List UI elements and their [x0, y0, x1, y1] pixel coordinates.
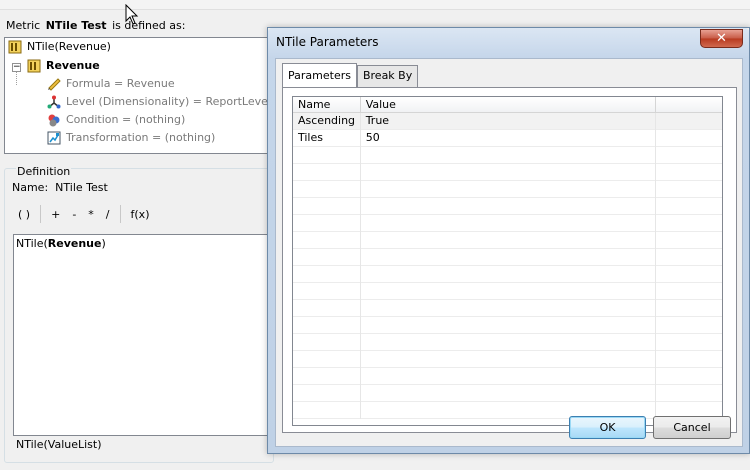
table-row-empty [293, 351, 722, 368]
metric-prefix: Metric [6, 19, 41, 32]
syntax-status: NTile(ValueList) [16, 438, 102, 451]
metric-name: NTile Test [45, 19, 107, 32]
divide-button[interactable]: / [100, 208, 116, 221]
column-header-value[interactable]: Value [361, 97, 657, 113]
name-value: NTile Test [55, 181, 108, 194]
cell-name: Tiles [293, 130, 361, 147]
metric-suffix: is defined as: [112, 19, 186, 32]
metric-icon [8, 40, 22, 54]
dialog-tabs: Parameters Break By [282, 63, 419, 87]
tree-node-revenue[interactable]: Revenue [27, 57, 100, 75]
formula-toolbar: ( ) + - * / f(x) [12, 202, 155, 226]
tree-item-transformation[interactable]: Transformation = (nothing) [47, 129, 215, 147]
tree-item-label: Condition = (nothing) [66, 113, 186, 126]
table-row-empty [293, 164, 722, 181]
tree-item-formula[interactable]: Formula = Revenue [47, 75, 175, 93]
table-row-empty [293, 283, 722, 300]
table-row[interactable]: Tiles 50 [293, 130, 722, 147]
name-label: Name: [12, 181, 49, 194]
table-row-empty [293, 385, 722, 402]
top-strip [0, 0, 750, 10]
table-row-empty [293, 215, 722, 232]
close-button[interactable]: ✕ [700, 29, 743, 48]
formula-icon [48, 78, 61, 91]
column-header-name[interactable]: Name [293, 97, 361, 113]
tree-root-label: NTile(Revenue) [27, 40, 111, 53]
tree-item-label: Formula = Revenue [66, 77, 175, 90]
minus-button[interactable]: - [66, 208, 82, 221]
plus-button[interactable]: + [45, 208, 66, 221]
table-row-empty [293, 334, 722, 351]
tab-parameters[interactable]: Parameters [282, 63, 357, 87]
metric-tree[interactable]: − NTile(Revenue) Revenue Formula = Reven… [4, 37, 274, 154]
cell-name: Ascending [293, 113, 361, 130]
cell-value[interactable]: True [361, 113, 657, 130]
tree-collapse-icon[interactable]: − [12, 63, 21, 72]
multiply-button[interactable]: * [82, 208, 100, 221]
tree-child-label: Revenue [46, 59, 100, 72]
cell-value[interactable]: 50 [361, 130, 657, 147]
expression-function: NTile( [16, 237, 48, 250]
toolbar-separator [119, 205, 121, 223]
table-row-empty [293, 147, 722, 164]
tree-item-label: Level (Dimensionality) = ReportLevel [66, 95, 271, 108]
table-row[interactable]: Ascending True [293, 113, 722, 130]
table-row-empty [293, 198, 722, 215]
table-row-empty [293, 232, 722, 249]
dimensionality-icon [47, 95, 61, 109]
cell-empty [656, 130, 722, 147]
condition-icon [48, 114, 60, 127]
tab-break-by[interactable]: Break By [356, 65, 419, 87]
table-row-empty [293, 181, 722, 198]
cancel-button[interactable]: Cancel [653, 416, 731, 439]
mouse-cursor-icon [125, 4, 139, 25]
table-row-empty [293, 317, 722, 334]
expression-close: ) [101, 237, 106, 250]
ok-button[interactable]: OK [569, 416, 646, 439]
table-row-empty [293, 300, 722, 317]
dialog-title: NTile Parameters [276, 35, 379, 49]
table-row-empty [293, 368, 722, 385]
cell-empty [656, 113, 722, 130]
tree-item-label: Transformation = (nothing) [66, 131, 216, 144]
metric-icon [27, 59, 41, 73]
formula-editor[interactable]: NTile(Revenue) [13, 234, 275, 436]
tree-item-level[interactable]: Level (Dimensionality) = ReportLevel [47, 93, 271, 111]
definition-legend: Definition [16, 165, 72, 178]
metric-header: Metric NTile Test is defined as: [6, 19, 185, 32]
parentheses-button[interactable]: ( ) [12, 208, 36, 221]
ntile-parameters-dialog: NTile Parameters ✕ Parameters Break By N… [267, 27, 750, 454]
column-header-empty [656, 97, 722, 113]
table-row-empty [293, 266, 722, 283]
definition-name: Name: NTile Test [12, 181, 108, 194]
tree-node-root[interactable]: NTile(Revenue) [8, 38, 111, 56]
function-button[interactable]: f(x) [125, 208, 156, 221]
transformation-icon [47, 131, 61, 145]
table-row-empty [293, 249, 722, 266]
tree-item-condition[interactable]: Condition = (nothing) [47, 111, 185, 129]
expression-argument: Revenue [47, 237, 102, 250]
toolbar-separator [40, 205, 42, 223]
parameters-grid[interactable]: Name Value Ascending True Tiles 50 [292, 96, 723, 426]
grid-header: Name Value [293, 97, 722, 113]
